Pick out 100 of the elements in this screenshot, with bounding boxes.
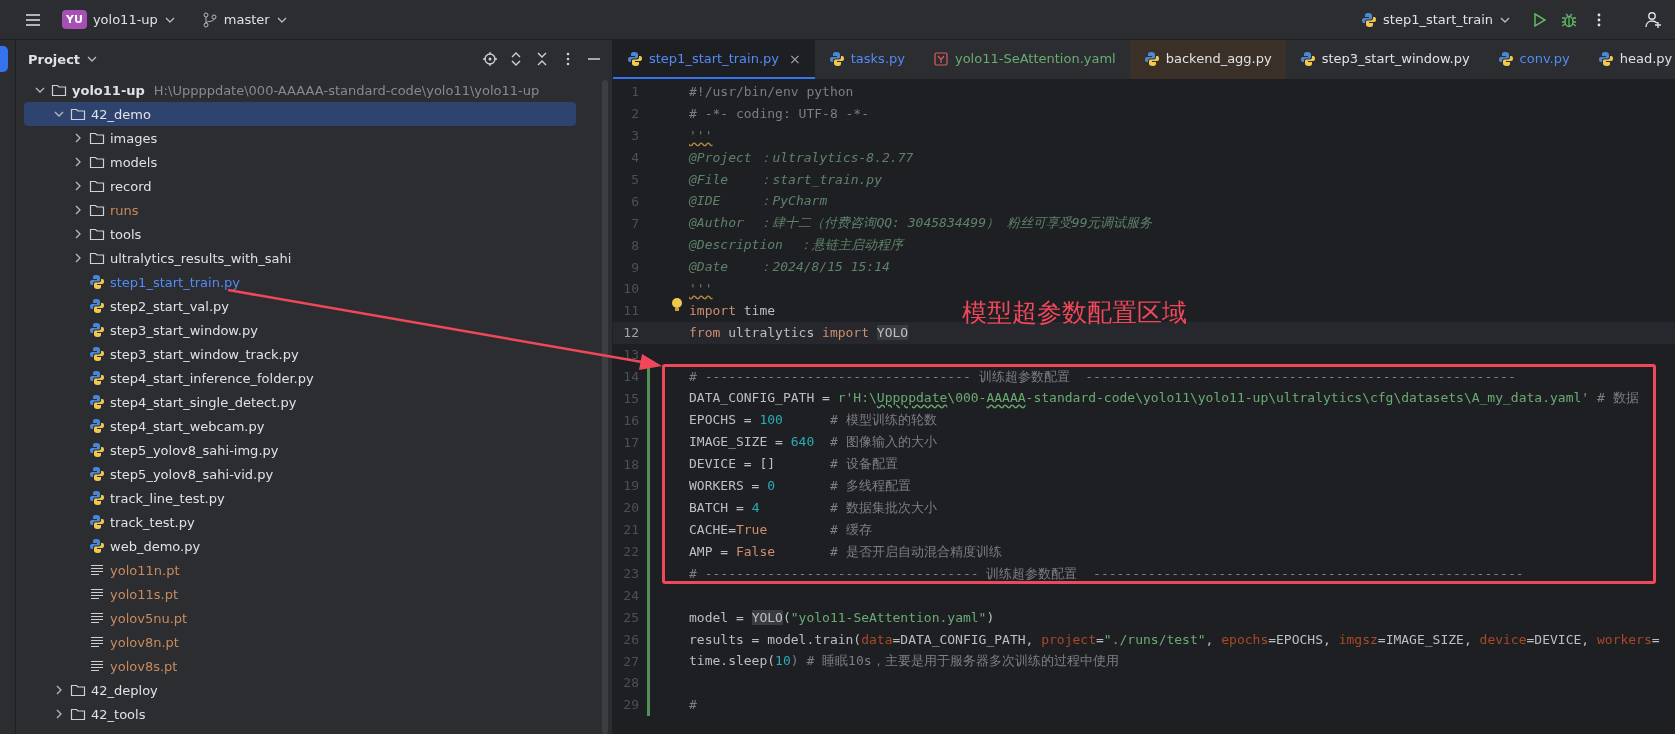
- python-icon[interactable]: [1361, 11, 1378, 28]
- python-file-icon: [89, 490, 105, 506]
- tree-item[interactable]: step3_start_window_track.py: [24, 342, 576, 366]
- project-switcher[interactable]: YU yolo11-up: [56, 6, 182, 33]
- tree-item[interactable]: step3_start_window.py: [24, 318, 576, 342]
- tree-item[interactable]: record: [24, 174, 576, 198]
- editor-tab[interactable]: head.py: [1583, 40, 1675, 79]
- python-file-icon: [89, 298, 105, 314]
- code-line: @Project ：ultralytics-8.2.77: [689, 149, 914, 165]
- python-file-icon[interactable]: [1497, 50, 1514, 67]
- tree-item[interactable]: yolo11n.pt: [24, 558, 576, 582]
- yaml-file-icon[interactable]: [932, 50, 949, 67]
- tree-item[interactable]: track_line_test.py: [24, 486, 576, 510]
- text-file-icon: [89, 586, 105, 602]
- python-file-icon: [89, 346, 105, 362]
- code-line: BATCH = 4 # 数据集批次大小: [689, 499, 937, 515]
- folder-icon: [89, 130, 105, 146]
- tree-item[interactable]: step4_start_inference_folder.py: [24, 366, 576, 390]
- editor-tab[interactable]: step3_start_window.py: [1285, 40, 1484, 79]
- annotation-label: 模型超参数配置区域: [962, 297, 1187, 329]
- branch-switcher[interactable]: master: [195, 7, 294, 32]
- debug-icon[interactable]: [1561, 11, 1577, 28]
- code-line: @Date ：2024/8/15 15:14: [689, 259, 890, 275]
- python-file-icon[interactable]: [627, 50, 643, 67]
- project-tool-button[interactable]: [0, 46, 8, 72]
- tree-item[interactable]: 42_demo: [24, 102, 576, 126]
- tree-item[interactable]: step1_start_train.py: [24, 270, 576, 294]
- tree-item[interactable]: web_demo.py: [24, 534, 576, 558]
- folder-icon: [70, 706, 86, 722]
- python-file-icon: [89, 394, 105, 410]
- tree-item[interactable]: step5_yolov8_sahi-img.py: [24, 438, 576, 462]
- code-line: # ---------------------------------- 训练超参数配置 -------------------------------------------------------: [689, 368, 1516, 384]
- code-line: #!/usr/bin/env python: [689, 84, 854, 100]
- python-file-icon: [89, 538, 105, 554]
- folder-icon: [89, 226, 105, 242]
- code-line: CACHE=True # 缓存: [689, 521, 872, 537]
- python-file-icon: [89, 514, 105, 530]
- tree-item[interactable]: models: [24, 150, 576, 174]
- code-line: ''': [689, 128, 713, 144]
- editor-tab[interactable]: backend_agg.py: [1129, 40, 1286, 79]
- python-file-icon: [89, 418, 105, 434]
- code-line: # ----------------------------------- 训练超参数配置 -------------------------------------------------------: [689, 565, 1524, 581]
- python-file-icon: [89, 442, 105, 458]
- tree-item[interactable]: runs: [24, 198, 576, 222]
- folder-icon: [89, 250, 105, 266]
- tree-item[interactable]: yolo11-up H:\Uppppdate\000-AAAAA-standard-code\yolo11\yolo11-up: [24, 78, 576, 102]
- tree-item[interactable]: yolov8s.pt: [24, 654, 576, 678]
- tree-item[interactable]: yolov5nu.pt: [24, 606, 576, 630]
- tree-item[interactable]: tools: [24, 222, 576, 246]
- code-line: ''': [689, 281, 713, 297]
- folder-icon: [89, 178, 105, 194]
- code-line: model = YOLO("yolo11-SeAttention.yaml"): [689, 609, 995, 625]
- code-line: EPOCHS = 100 # 模型训练的轮数: [689, 412, 937, 428]
- python-file-icon[interactable]: [828, 50, 845, 67]
- code-line: import time: [689, 303, 776, 319]
- editor-tab[interactable]: step1_start_train.py ×: [613, 40, 815, 79]
- folder-icon: [89, 154, 105, 170]
- code-line: @Author ：肆十二（付费咨询QQ: 3045834499） 粉丝可享受99元调试服务: [689, 215, 1153, 231]
- code-line: # -*- coding: UTF-8 -*-: [689, 106, 869, 122]
- code-line: @Description ：悬链主启动程序: [689, 237, 903, 253]
- run-config-selector[interactable]: step1_start_train: [1355, 7, 1517, 32]
- folder-icon: [70, 682, 86, 698]
- text-file-icon: [89, 634, 105, 650]
- project-view-selector[interactable]: Project: [24, 49, 103, 69]
- tree-item[interactable]: yolo11s.pt: [24, 582, 576, 606]
- add-user-icon[interactable]: [1645, 10, 1663, 29]
- locate-icon[interactable]: [482, 51, 498, 67]
- code-line: from ultralytics import YOLO: [689, 325, 909, 341]
- python-file-icon[interactable]: [1299, 50, 1316, 67]
- editor-tab[interactable]: conv.py: [1483, 40, 1584, 79]
- code-line: time.sleep(10) # 睡眠10s，主要是用于服务器多次训练的过程中使用: [689, 653, 1119, 669]
- code-line: #: [689, 697, 697, 713]
- text-file-icon: [89, 610, 105, 626]
- code-line: @IDE ：PyCharm: [689, 193, 828, 209]
- folder-icon: [70, 106, 86, 122]
- python-file-icon[interactable]: [1143, 50, 1160, 67]
- scrollbar[interactable]: [602, 80, 608, 734]
- editor-tab[interactable]: yolo11-SeAttention.yaml: [918, 40, 1130, 79]
- tree-item[interactable]: step5_yolov8_sahi-vid.py: [24, 462, 576, 486]
- code-line: @File ：start_train.py: [689, 171, 882, 187]
- folder-icon: [89, 202, 105, 218]
- text-file-icon: [89, 658, 105, 674]
- code-line: WORKERS = 0 # 多线程配置: [689, 477, 911, 493]
- editor-tab[interactable]: tasks.py: [814, 40, 919, 79]
- tree-item[interactable]: step4_start_webcam.py: [24, 414, 576, 438]
- code-line: results = model.train(data=DATA_CONFIG_PATH, project="./runs/test", epochs=EPOCHS, imgsz=IMAGE_SIZE, device=DEVICE, workers=: [689, 631, 1660, 647]
- line-number: 12: [622, 325, 639, 341]
- tree-item[interactable]: ultralytics_results_with_sahi: [24, 246, 576, 270]
- lightbulb-icon[interactable]: [670, 297, 684, 314]
- python-file-icon[interactable]: [1597, 50, 1614, 67]
- branch-icon[interactable]: [201, 11, 218, 28]
- run-icon[interactable]: [1531, 11, 1547, 28]
- tree-item[interactable]: 42_tools: [24, 702, 576, 726]
- tree-item[interactable]: track_test.py: [24, 510, 576, 534]
- code-line: DATA_CONFIG_PATH = r'H:\Uppppdate\000-AAAAA-standard-code\yolo11\yolo11-up\ultralytics\cfg\datasets\A_my_data.yaml' # 数据: [689, 390, 1639, 406]
- tree-item[interactable]: yolov8n.pt: [24, 630, 576, 654]
- tree-item[interactable]: 42_deploy: [24, 678, 576, 702]
- tree-item[interactable]: step4_start_single_detect.py: [24, 390, 576, 414]
- tree-item[interactable]: step2_start_val.py: [24, 294, 576, 318]
- tree-item[interactable]: images: [24, 126, 576, 150]
